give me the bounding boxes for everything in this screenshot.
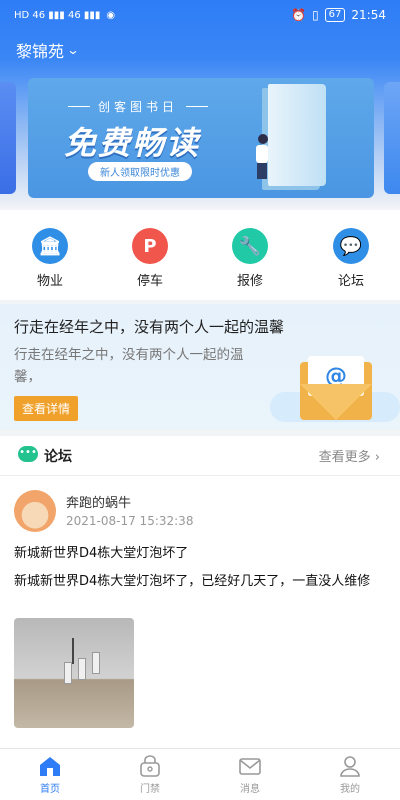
quick-item-label: 论坛: [337, 274, 364, 289]
building-icon: 🏛: [32, 228, 68, 264]
status-right: ⏰ ▯ 67 21:54: [291, 8, 386, 22]
forum-section: ••• 论坛 查看更多 › 奔跑的蜗牛 2021-08-17 15:32:38 …: [0, 436, 400, 748]
lamp-illustration: [72, 638, 74, 664]
book-illustration: [268, 84, 326, 186]
mail-icon: [238, 755, 262, 777]
status-bar: HD 46 ▮▮▮ 46 ▮▮▮ ◉ ⏰ ▯ 67 21:54: [0, 0, 400, 30]
person-illustration: [256, 134, 270, 182]
tab-mine[interactable]: 我的: [320, 755, 380, 795]
tab-home[interactable]: 首页: [20, 755, 80, 795]
vibrate-icon: ▯: [312, 8, 319, 22]
view-more-link[interactable]: 查看更多 ›: [319, 446, 380, 465]
chat-icon: 💬: [333, 228, 369, 264]
promo-description: 行走在经年之中，没有两个人一起的温馨，: [14, 347, 244, 385]
quick-item-label: 停车: [136, 274, 163, 289]
tab-label: 门禁: [140, 784, 160, 795]
lamp-illustration: [64, 662, 72, 684]
tab-label: 消息: [240, 784, 260, 795]
signal-indicators: HD 46 ▮▮▮ 46 ▮▮▮ ◉: [14, 10, 115, 21]
carousel-next-slide[interactable]: [384, 82, 400, 194]
banner-title: 免费畅读: [64, 124, 201, 162]
signal-icon: HD 46 ▮▮▮ 46 ▮▮▮: [14, 9, 101, 21]
quick-item-parking[interactable]: P 停车: [115, 228, 185, 289]
post-image[interactable]: [14, 618, 134, 728]
quick-item-forum[interactable]: 💬 论坛: [316, 228, 386, 289]
carousel-prev-slide[interactable]: [0, 82, 16, 194]
chevron-down-icon: ⌄: [66, 43, 80, 57]
divider: [186, 106, 209, 107]
lamp-illustration: [78, 658, 86, 680]
lock-icon: [138, 755, 162, 777]
banner-subtitle-row: 创客图书日: [68, 98, 209, 115]
status-time: 21:54: [351, 8, 386, 22]
post-timestamp: 2021-08-17 15:32:38: [66, 514, 194, 528]
tab-access[interactable]: 门禁: [120, 755, 180, 795]
battery-indicator: 67: [324, 8, 346, 22]
promo-card[interactable]: 行走在经年之中，没有两个人一起的温馨 行走在经年之中，没有两个人一起的温馨， 查…: [0, 304, 400, 430]
quick-menu: 🏛 物业 P 停车 🔧 报修 💬 论坛: [0, 210, 400, 300]
wrench-icon: 🔧: [232, 228, 268, 264]
tab-label: 首页: [40, 784, 60, 795]
banner-carousel[interactable]: 创客图书日 免费畅读 新人领取限时优惠: [28, 78, 374, 198]
quick-item-property[interactable]: 🏛 物业: [15, 228, 85, 289]
forum-title: 论坛: [44, 449, 72, 465]
location-selector[interactable]: 黎锦苑 ⌄: [16, 38, 80, 62]
forum-header: ••• 论坛 查看更多 ›: [0, 436, 400, 476]
post-author[interactable]: 奔跑的蜗牛: [66, 492, 131, 511]
alarm-icon: ⏰: [291, 8, 307, 22]
quick-item-label: 报修: [236, 274, 263, 289]
avatar[interactable]: [14, 490, 56, 532]
parking-icon: P: [132, 228, 168, 264]
divider: [68, 106, 90, 107]
promo-headline: 行走在经年之中，没有两个人一起的温馨: [14, 318, 285, 336]
lamp-illustration: [92, 652, 100, 674]
post-body[interactable]: 新城新世界D4栋大堂灯泡坏了，已经好几天了，一直没人维修: [14, 572, 390, 592]
wifi-icon: ◉: [106, 9, 116, 21]
quick-item-repair[interactable]: 🔧 报修: [215, 228, 285, 289]
tab-label: 我的: [340, 784, 360, 795]
quick-item-label: 物业: [36, 274, 63, 289]
view-details-button[interactable]: 查看详情: [14, 396, 79, 421]
location-label: 黎锦苑: [16, 42, 65, 61]
post-title[interactable]: 新城新世界D4栋大堂灯泡坏了: [14, 542, 188, 561]
bottom-tab-bar: 首页 门禁 消息 我的: [0, 748, 400, 800]
forum-chat-icon: •••: [18, 446, 38, 462]
tab-messages[interactable]: 消息: [220, 755, 280, 795]
banner-subtitle: 创客图书日: [98, 100, 179, 114]
banner-pill: 新人领取限时优惠: [88, 162, 192, 181]
user-icon: [338, 755, 362, 777]
envelope-flap: [300, 384, 372, 420]
home-icon: [38, 755, 62, 777]
